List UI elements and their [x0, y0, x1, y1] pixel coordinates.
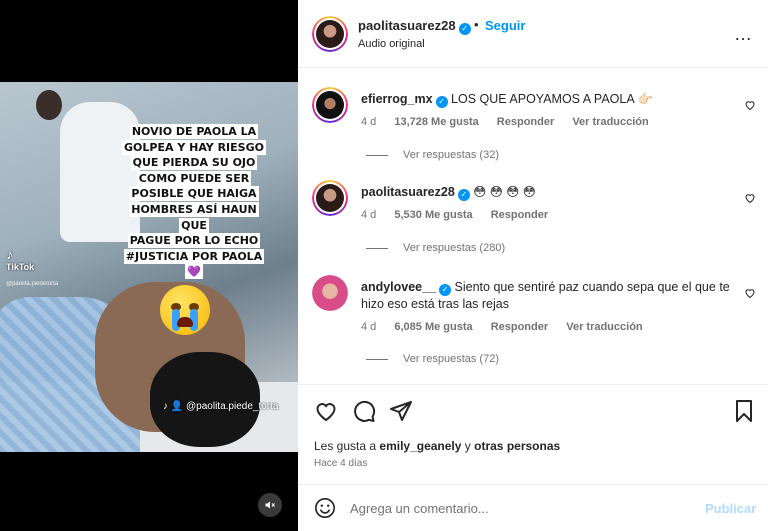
tiktok-icon: ♪	[6, 246, 13, 262]
tiktok-label: TikTok	[6, 262, 35, 272]
overlay-line: HOMBRES ASÍ HAUN QUE	[129, 201, 259, 233]
view-replies-label[interactable]: Ver respuestas (280)	[403, 242, 505, 254]
overlay-line: #JUSTICIA POR PAOLA💜	[123, 248, 265, 280]
emoji-picker-icon[interactable]	[314, 497, 336, 519]
translate-button[interactable]: Ver traducción	[572, 116, 648, 128]
reply-button[interactable]: Responder	[491, 321, 548, 333]
video-handle: ♪ 👤 @paolita.piede_torta	[163, 401, 278, 412]
replies-line	[366, 247, 388, 249]
share-send-icon[interactable]	[389, 399, 413, 423]
likes-summary: Les gusta a emily_geanely y otras person…	[314, 439, 560, 453]
comment-body: efierrog_mx ✓ LOS QUE APOYAMOS A PAOLA 👉🏻	[361, 91, 731, 108]
comment-text: 😳 😳 😳 😳	[473, 185, 536, 199]
comment-body: andylovee__ ✓ Siento que sentiré paz cuan…	[361, 279, 731, 313]
commenter-avatar[interactable]	[312, 275, 348, 311]
likes-user-link[interactable]: emily_geanely	[379, 439, 461, 453]
post-date[interactable]: Hace 4 días	[314, 458, 367, 469]
nurse-figure	[36, 90, 62, 120]
comment-time: 4 d	[361, 209, 377, 221]
separator-dot: •	[474, 17, 479, 32]
comment-likes[interactable]: 6,085 Me gusta	[394, 321, 472, 333]
audio-label[interactable]: Audio original	[358, 38, 425, 50]
user-icon: 👤	[170, 401, 184, 412]
handle-text: @paolita.piede_torta	[186, 401, 279, 412]
more-options-icon[interactable]: …	[734, 24, 753, 45]
bookmark-icon[interactable]	[732, 399, 756, 423]
replies-line	[366, 358, 388, 360]
author-username[interactable]: paolitasuarez28 ✓	[358, 18, 471, 35]
verified-badge-icon: ✓	[439, 284, 452, 296]
author-username-text[interactable]: paolitasuarez28	[358, 18, 456, 33]
tiktok-username: @paolita.piedetorta	[6, 281, 59, 287]
like-heart-icon[interactable]	[314, 399, 338, 423]
likes-prefix: Les gusta a	[314, 439, 377, 453]
view-replies-button[interactable]: Ver respuestas (280)	[366, 242, 505, 254]
comment-meta: 4 d 13,728 Me gusta Responder Ver traduc…	[361, 116, 664, 128]
likes-and: y	[464, 439, 471, 453]
comment-item: paolitasuarez28 ✓ 😳 😳 😳 😳 4 d 5,530 Me gu…	[298, 180, 768, 260]
follow-button[interactable]: Seguir	[485, 18, 525, 33]
patient-hair	[150, 352, 260, 447]
commenter-username[interactable]: andylovee__	[361, 280, 436, 294]
post-actions: Les gusta a emily_geanely y otras person…	[298, 384, 768, 484]
commenter-avatar[interactable]	[312, 180, 348, 216]
comment-text: LOS QUE APOYAMOS A PAOLA 👉🏻	[451, 92, 654, 106]
comment-item: andylovee__ ✓ Siento que sentiré paz cuan…	[298, 275, 768, 370]
overlay-line: COMO PUEDE SER	[136, 170, 252, 186]
view-replies-button[interactable]: Ver respuestas (72)	[366, 353, 499, 365]
commenter-avatar[interactable]	[312, 87, 348, 123]
overlay-line: POSIBLE QUE HAIGA	[129, 186, 259, 202]
crying-emoji-icon	[160, 285, 210, 335]
comment-bubble-icon[interactable]	[352, 399, 376, 423]
verified-badge-icon: ✓	[435, 96, 448, 108]
reply-button[interactable]: Responder	[497, 116, 554, 128]
verified-badge-icon: ✓	[458, 23, 471, 35]
comment-input[interactable]	[350, 499, 690, 517]
overlay-line: PAGUE POR LO ECHO	[127, 233, 261, 249]
comment-likes[interactable]: 13,728 Me gusta	[394, 116, 478, 128]
view-replies-button[interactable]: Ver respuestas (32)	[366, 149, 499, 161]
comment-meta: 4 d 5,530 Me gusta Responder	[361, 209, 563, 221]
comment-item: efierrog_mx ✓ LOS QUE APOYAMOS A PAOLA 👉🏻…	[298, 87, 768, 167]
post-media: NOVIO DE PAOLA LA GOLPEA Y HAY RIESGO QU…	[0, 0, 298, 531]
overlay-line: QUE PIERDA SU OJO	[130, 155, 258, 171]
comment-time: 4 d	[361, 321, 377, 333]
comment-meta: 4 d 6,085 Me gusta Responder Ver traducc…	[361, 321, 658, 333]
commenter-username[interactable]: paolitasuarez28	[361, 185, 455, 199]
author-avatar[interactable]	[312, 16, 348, 52]
tiktok-watermark: ♪ TikTok	[6, 246, 34, 272]
view-replies-label[interactable]: Ver respuestas (72)	[403, 353, 499, 365]
speaker-muted-icon	[265, 501, 275, 509]
post-header: paolitasuarez28 ✓ • Seguir Audio original…	[298, 0, 768, 68]
reply-button[interactable]: Responder	[491, 209, 548, 221]
comment-time: 4 d	[361, 116, 377, 128]
heart-icon[interactable]	[744, 287, 756, 299]
overlay-line: NOVIO DE PAOLA LA	[129, 124, 259, 139]
commenter-username[interactable]: efierrog_mx	[361, 92, 433, 106]
tiktok-icon: ♪	[163, 401, 168, 412]
view-replies-label[interactable]: Ver respuestas (32)	[403, 149, 499, 161]
caption-overlay: NOVIO DE PAOLA LA GOLPEA Y HAY RIESGO QU…	[120, 124, 268, 280]
verified-badge-icon: ✓	[457, 189, 470, 201]
replies-line	[366, 154, 388, 156]
translate-button[interactable]: Ver traducción	[566, 321, 642, 333]
publish-button[interactable]: Publicar	[705, 501, 756, 516]
heart-icon[interactable]	[744, 192, 756, 204]
likes-others-link[interactable]: otras personas	[474, 439, 560, 453]
post-side-panel: paolitasuarez28 ✓ • Seguir Audio original…	[298, 0, 768, 531]
comment-body: paolitasuarez28 ✓ 😳 😳 😳 😳	[361, 184, 731, 201]
overlay-line: GOLPEA Y HAY RIESGO	[122, 139, 266, 155]
mute-button[interactable]	[258, 493, 282, 517]
comment-likes[interactable]: 5,530 Me gusta	[394, 209, 472, 221]
heart-icon[interactable]	[744, 99, 756, 111]
add-comment-bar: Publicar	[298, 484, 768, 531]
